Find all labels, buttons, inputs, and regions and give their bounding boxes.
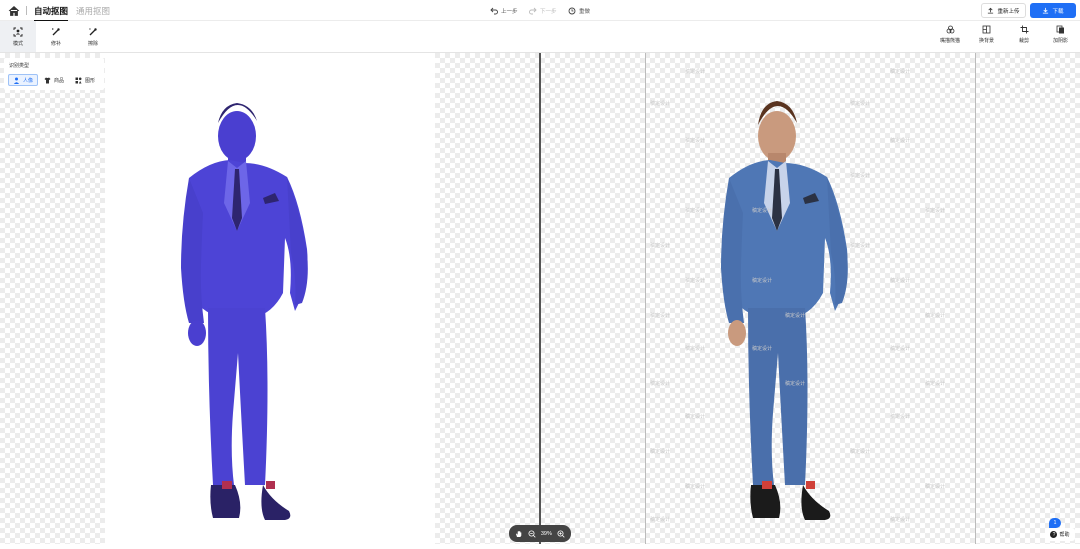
watermark: 稿定设计	[650, 101, 671, 107]
watermark: 稿定设计	[850, 173, 871, 179]
reupload-button[interactable]: 重新上传	[981, 3, 1026, 18]
watermark: 稿定设计	[925, 313, 946, 319]
option-product-label: 商品	[54, 77, 65, 84]
tool-erase-label: 擦除	[87, 40, 98, 47]
watermark: 稿定设计	[925, 484, 946, 490]
watermark: 稿定设计	[890, 517, 911, 523]
watermark: 稿定设计	[685, 69, 706, 75]
shapes-icon	[75, 77, 82, 83]
reset-label: 重做	[579, 9, 591, 15]
zoom-level: 39%	[540, 530, 552, 537]
compare-divider[interactable]	[539, 53, 541, 544]
watermark: 稿定设计	[685, 484, 706, 490]
redo-icon	[529, 7, 537, 15]
download-icon	[1043, 7, 1049, 14]
redo-label: 下一步	[540, 9, 557, 15]
watermark: 稿定设计	[785, 381, 806, 387]
watermark: 稿定设计	[752, 208, 773, 214]
watermark: 稿定设计	[890, 346, 911, 352]
shirt-icon	[44, 77, 51, 83]
watermark: 稿定设计	[850, 449, 871, 455]
person-mask-image	[181, 103, 308, 520]
option-graphic[interactable]: 图形	[71, 74, 99, 86]
recognition-title: 识别类型	[9, 63, 30, 69]
watermark: 稿定设计	[685, 278, 706, 284]
watermark: 稿定设计	[890, 138, 911, 144]
tool-repair-label: 修补	[50, 40, 61, 47]
tool-mode-label: 模式	[12, 40, 23, 47]
redo-button[interactable]: 下一步	[529, 7, 557, 15]
watermark: 稿定设计	[925, 208, 946, 214]
watermark: 稿定设计	[850, 243, 871, 249]
history-icon	[568, 7, 576, 15]
reset-button[interactable]: 重做	[568, 7, 590, 15]
watermark: 稿定设计	[850, 101, 871, 107]
watermark: 稿定设计	[752, 346, 773, 352]
tool-repair[interactable]: 修补	[38, 21, 74, 52]
watermark: 稿定设计	[890, 69, 911, 75]
undo-icon	[490, 7, 498, 15]
home-icon[interactable]	[8, 4, 20, 16]
tool-crop-label: 裁剪	[1019, 38, 1030, 44]
erase-brush-icon	[89, 27, 97, 35]
tab-auto-cutout[interactable]: 自动抠图	[34, 5, 69, 22]
divider	[26, 6, 27, 15]
tool-shadow-label: 加阴影	[1053, 38, 1069, 44]
watermark: 稿定设计	[650, 449, 671, 455]
tool-erase[interactable]: 擦除	[75, 21, 111, 52]
background-icon	[982, 25, 991, 34]
mask-preview	[105, 53, 435, 544]
tab-general-cutout[interactable]: 通用抠图	[76, 5, 110, 17]
help-label: 帮助	[1059, 532, 1070, 538]
upload-icon	[988, 7, 994, 14]
hand-icon[interactable]	[515, 530, 523, 538]
watermark: 稿定设计	[650, 517, 671, 523]
recognition-panel: 识别类型 人像 商品 图形	[4, 58, 104, 90]
watermark: 稿定设计	[685, 414, 706, 420]
tool-effect[interactable]: 嘴描熊猫	[940, 25, 960, 44]
reupload-label: 重新上传	[997, 8, 1020, 15]
watermark: 稿定设计	[685, 138, 706, 144]
watermark: 稿定设计	[925, 381, 946, 387]
help-button[interactable]: ? 帮助	[1045, 528, 1075, 541]
help-icon: ?	[1050, 531, 1058, 538]
option-portrait-label: 人像	[23, 77, 34, 84]
top-bar: 自动抠图 通用抠图 上一步 下一步 重做 重新上传 下载	[0, 0, 1080, 22]
mode-icon	[13, 27, 23, 36]
person-icon	[13, 77, 20, 84]
download-button[interactable]: 下载	[1030, 3, 1076, 18]
tool-shadow[interactable]: 加阴影	[1053, 25, 1068, 44]
watermark: 稿定设计	[685, 208, 706, 214]
watermark: 稿定设计	[650, 313, 671, 319]
watermark: 稿定设计	[785, 313, 806, 319]
watermark: 稿定设计	[890, 414, 911, 420]
repair-brush-icon	[52, 27, 60, 35]
download-label: 下载	[1052, 8, 1064, 15]
shadow-icon	[1056, 25, 1064, 34]
zoom-control: 39%	[509, 525, 571, 542]
effect-icon	[946, 25, 954, 34]
watermark: 稿定设计	[650, 381, 671, 387]
tool-bar: 模式 修补 擦除 嘴描熊猫 换背景 裁剪 加阴影	[0, 21, 1080, 53]
zoom-in-icon[interactable]	[557, 530, 565, 538]
zoom-out-icon[interactable]	[528, 530, 536, 538]
option-product[interactable]: 商品	[40, 74, 68, 86]
notification-badge: 1	[1049, 518, 1061, 528]
person-cutout-image	[721, 101, 848, 520]
watermark: 稿定设计	[752, 278, 773, 284]
watermark: 稿定设计	[650, 243, 671, 249]
tool-crop[interactable]: 裁剪	[1019, 25, 1029, 44]
tool-effect-label: 嘴描熊猫	[940, 38, 961, 44]
option-graphic-label: 图形	[85, 77, 96, 84]
undo-label: 上一步	[501, 9, 518, 15]
crop-icon	[1020, 25, 1028, 34]
tool-background[interactable]: 换背景	[979, 25, 994, 44]
watermark: 稿定设计	[890, 278, 911, 284]
undo-button[interactable]: 上一步	[490, 7, 518, 15]
tool-mode[interactable]: 模式	[0, 21, 36, 52]
option-portrait[interactable]: 人像	[8, 74, 39, 86]
tool-background-label: 换背景	[979, 38, 995, 44]
result-frame	[645, 53, 976, 544]
watermark: 稿定设计	[685, 346, 706, 352]
